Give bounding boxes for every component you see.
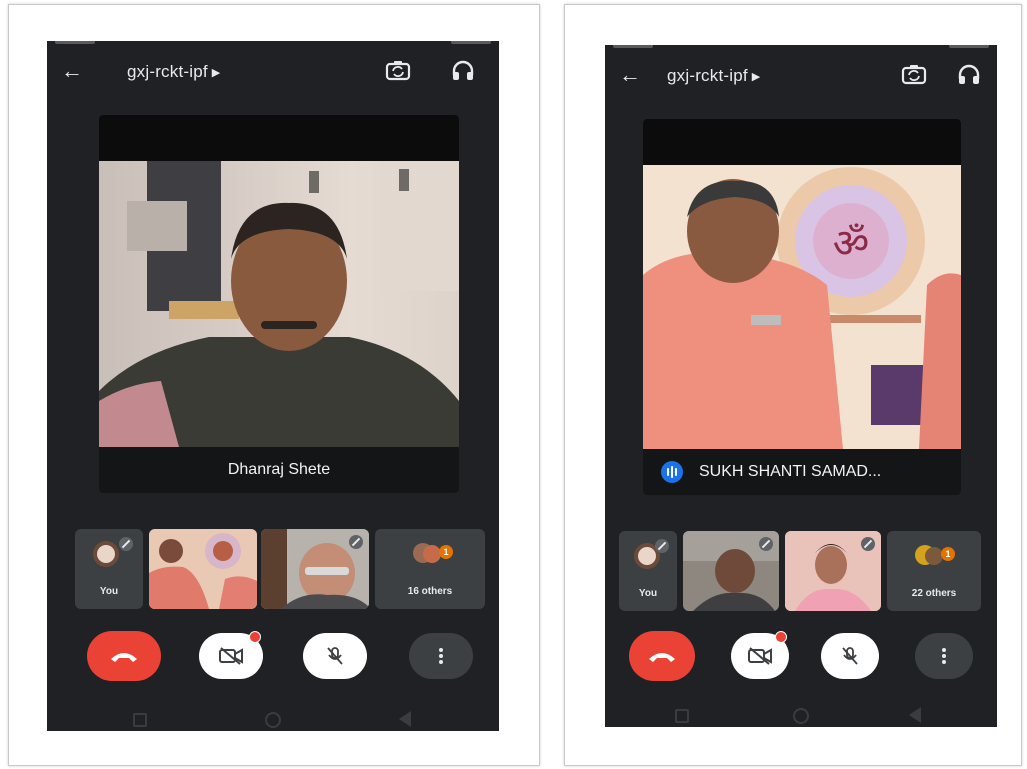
mic-toggle-button[interactable]	[303, 633, 367, 679]
caret-right-icon: ▶	[211, 67, 221, 80]
mic-off-icon	[119, 537, 133, 551]
status-time	[55, 41, 95, 44]
mic-off-icon	[861, 537, 875, 551]
participant-thumb-you[interactable]: You	[75, 529, 143, 609]
switch-camera-icon[interactable]	[901, 64, 927, 86]
participant-thumb[interactable]	[261, 529, 369, 609]
participant-thumb-others[interactable]: 1 16 others	[375, 529, 485, 609]
meeting-code[interactable]: gxj-rckt-ipf ▶	[127, 62, 220, 82]
back-nav-icon[interactable]	[909, 707, 921, 723]
camera-toggle-button[interactable]	[199, 631, 263, 679]
screenshot-frame-right: ← gxj-rckt-ipf ▶ ॐ SUKH SHANTI SAMAD... …	[564, 4, 1022, 766]
speaker-video-image	[99, 161, 459, 447]
status-time	[613, 45, 653, 48]
status-icons	[451, 41, 491, 44]
top-app-bar: ← gxj-rckt-ipf ▶	[47, 53, 499, 93]
others-count-badge: 1	[941, 547, 955, 561]
arrow-left-icon[interactable]: ←	[619, 63, 641, 87]
participant-thumb[interactable]	[683, 531, 779, 611]
mic-off-icon	[842, 647, 858, 665]
status-bar	[47, 41, 499, 49]
main-speaker-tile[interactable]: Dhanraj Shete	[99, 115, 459, 493]
recents-icon[interactable]	[675, 709, 689, 723]
mic-off-icon	[349, 535, 363, 549]
camera-off-icon	[219, 647, 243, 665]
status-icons	[949, 45, 989, 48]
speaker-name-bar: Dhanraj Shete	[99, 447, 459, 493]
speaker-name: SUKH SHANTI SAMAD...	[699, 463, 882, 480]
speaker-video: ॐ	[643, 165, 961, 449]
mic-off-icon	[655, 539, 669, 553]
mic-off-icon	[327, 647, 343, 665]
others-label: 22 others	[911, 588, 957, 599]
participant-video	[149, 529, 257, 609]
meet-call-screen: ← gxj-rckt-ipf ▶	[605, 45, 997, 727]
meeting-code[interactable]: gxj-rckt-ipf ▶	[667, 66, 760, 86]
speaker-name: Dhanraj Shete	[227, 461, 331, 478]
headset-icon[interactable]	[957, 64, 981, 86]
end-call-button[interactable]	[629, 631, 695, 681]
participant-thumb-others[interactable]: 1 22 others	[887, 531, 981, 611]
camera-toggle-button[interactable]	[731, 631, 789, 679]
participant-strip: You	[619, 531, 983, 613]
others-count-badge: 1	[439, 545, 453, 559]
avatar	[93, 541, 119, 567]
headset-icon[interactable]	[451, 60, 475, 82]
speaker-video	[99, 161, 459, 447]
arrow-left-icon[interactable]: ←	[61, 59, 83, 83]
speaking-indicator-icon	[661, 461, 683, 483]
end-call-button[interactable]	[87, 631, 161, 681]
system-nav-bar	[605, 703, 997, 727]
tile-letterbox	[643, 119, 961, 165]
speaker-video-image: ॐ	[643, 165, 961, 449]
camera-off-icon	[748, 647, 772, 665]
mic-off-icon	[759, 537, 773, 551]
notification-dot	[775, 631, 787, 643]
home-icon[interactable]	[793, 708, 809, 724]
more-vert-icon	[942, 648, 946, 664]
home-icon[interactable]	[265, 712, 281, 728]
back-nav-icon[interactable]	[399, 711, 411, 727]
mic-toggle-button[interactable]	[821, 633, 879, 679]
more-options-button[interactable]	[409, 633, 473, 679]
switch-camera-icon[interactable]	[385, 60, 411, 82]
screenshot-frame-left: ← gxj-rckt-ipf ▶ Dhanraj Shete You 1 16 …	[8, 4, 540, 766]
participant-strip: You	[75, 529, 489, 611]
caret-right-icon: ▶	[751, 71, 761, 84]
main-speaker-tile[interactable]: ॐ SUKH SHANTI SAMAD...	[643, 119, 961, 495]
top-app-bar: ← gxj-rckt-ipf ▶	[605, 57, 997, 97]
participant-thumb[interactable]	[785, 531, 881, 611]
more-options-button[interactable]	[915, 633, 973, 679]
participant-thumb-you[interactable]: You	[619, 531, 677, 611]
meet-call-screen: ← gxj-rckt-ipf ▶	[47, 41, 499, 731]
participant-thumb[interactable]	[149, 529, 257, 609]
others-label: 16 others	[407, 586, 453, 597]
speaker-name-bar: SUKH SHANTI SAMAD...	[643, 449, 961, 495]
thumb-label-you: You	[99, 586, 119, 597]
notification-dot	[249, 631, 261, 643]
phone-hangup-icon	[649, 653, 675, 662]
thumb-label-you: You	[638, 588, 658, 599]
svg-text:ॐ: ॐ	[833, 221, 869, 267]
more-vert-icon	[439, 648, 443, 664]
tile-letterbox	[99, 115, 459, 161]
system-nav-bar	[47, 707, 499, 731]
recents-icon[interactable]	[133, 713, 147, 727]
phone-hangup-icon	[111, 653, 137, 662]
status-bar	[605, 45, 997, 53]
